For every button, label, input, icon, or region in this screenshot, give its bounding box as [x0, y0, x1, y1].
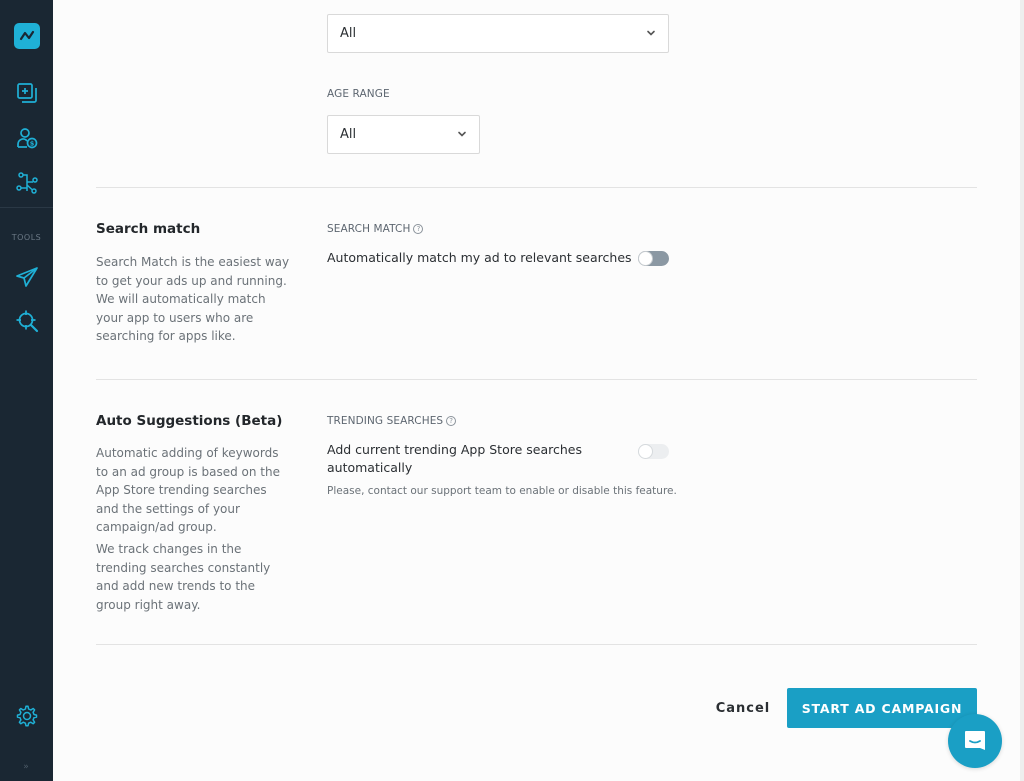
age-range-select-value: All — [340, 127, 357, 142]
targeting-select-value: All — [340, 26, 357, 41]
trending-searches-toggle[interactable] — [638, 444, 669, 459]
sidebar-item-settings[interactable] — [14, 703, 40, 729]
trending-searches-label-text: TRENDING SEARCHES — [327, 415, 444, 427]
svg-text:$: $ — [30, 140, 35, 148]
search-match-title: Search match — [96, 221, 201, 237]
chevron-down-icon — [647, 30, 655, 36]
age-range-select[interactable]: All — [327, 115, 480, 154]
sidebar: $ TOOLS » — [0, 0, 53, 781]
targeting-select[interactable]: All — [327, 14, 669, 53]
sidebar-item-keyword-search[interactable] — [14, 308, 40, 334]
search-match-toggle[interactable] — [638, 251, 669, 266]
age-range-label: AGE RANGE — [327, 88, 390, 100]
chat-bubble-icon — [965, 731, 985, 750]
search-match-description: Search Match is the easiest way to get y… — [96, 255, 290, 343]
auto-suggestions-title: Auto Suggestions (Beta) — [96, 413, 283, 429]
auto-suggestions-description: Automatic adding of keywords to an ad gr… — [96, 446, 280, 534]
target-search-icon — [16, 310, 39, 333]
logo-wave-icon — [19, 30, 35, 41]
section-divider — [96, 644, 977, 645]
section-divider — [96, 187, 977, 188]
trending-searches-option-text: Add current trending App Store searches … — [327, 442, 582, 475]
toggle-knob — [638, 444, 653, 459]
copy-plus-icon — [17, 83, 37, 103]
search-match-label: SEARCH MATCH ? — [327, 223, 424, 235]
search-match-label-text: SEARCH MATCH — [327, 223, 411, 235]
sidebar-item-users-billing[interactable]: $ — [14, 125, 40, 151]
gear-icon — [16, 705, 38, 727]
sidebar-item-send[interactable] — [14, 264, 40, 290]
sidebar-divider — [0, 207, 53, 208]
network-icon — [16, 172, 38, 194]
help-icon[interactable]: ? — [446, 416, 457, 426]
chevron-down-icon — [458, 131, 466, 137]
cancel-button[interactable]: Cancel — [710, 697, 776, 719]
start-ad-campaign-button[interactable]: START AD CAMPAIGN — [787, 688, 977, 728]
help-icon[interactable]: ? — [413, 224, 424, 234]
search-match-option-text: Automatically match my ad to relevant se… — [327, 250, 632, 265]
toggle-knob — [638, 251, 653, 266]
user-dollar-icon: $ — [17, 128, 38, 149]
trending-searches-label: TRENDING SEARCHES ? — [327, 415, 457, 427]
auto-suggestions-description-2: We track changes in the trending searche… — [96, 542, 271, 612]
app-logo[interactable] — [14, 23, 40, 49]
chat-launcher-button[interactable] — [948, 714, 1002, 768]
age-range-label-text: AGE RANGE — [327, 88, 390, 100]
tools-label: TOOLS — [11, 233, 42, 242]
paper-plane-icon — [16, 267, 38, 287]
sidebar-item-integrations[interactable] — [14, 170, 40, 196]
sidebar-item-campaigns[interactable] — [14, 80, 40, 106]
scrollbar-track[interactable] — [1020, 0, 1024, 781]
expand-sidebar-button[interactable]: » — [21, 762, 31, 772]
trending-searches-note: Please, contact our support team to enab… — [327, 485, 677, 497]
section-divider — [96, 379, 977, 380]
